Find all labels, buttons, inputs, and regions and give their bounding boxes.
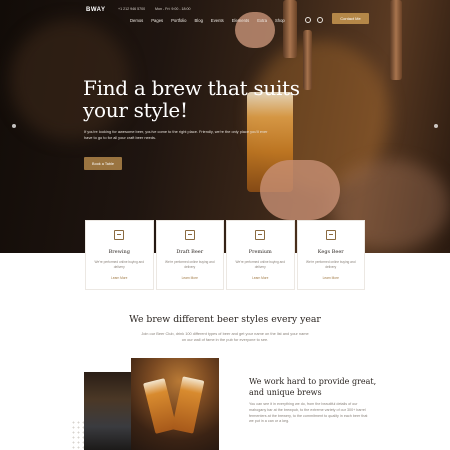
hero-section: BWAY +1 212 946 5700 Mon - Fri: 9:00 - 1… <box>0 0 450 253</box>
card-description: We're performed online buying and delive… <box>165 260 215 269</box>
learn-more-link[interactable]: Learn More <box>227 276 294 280</box>
beer-tap-image <box>303 30 312 90</box>
great-section-text: You can see it in everything we do, from… <box>249 402 368 424</box>
card-title: Kegs Beer <box>317 249 344 255</box>
cart-icon[interactable] <box>317 17 323 23</box>
learn-more-link[interactable]: Learn More <box>298 276 365 280</box>
nav-item-portfolio[interactable]: Portfolio <box>171 18 186 23</box>
nav-item-demos[interactable]: Demos <box>130 18 143 23</box>
book-table-button[interactable]: Book a Table <box>84 157 122 170</box>
beer-toast-image <box>131 358 219 450</box>
card-title: Brewing <box>108 249 130 255</box>
nav-item-events[interactable]: Events <box>211 18 224 23</box>
slider-prev-arrow[interactable] <box>12 124 16 128</box>
card-description: We're performed online buying and delive… <box>306 260 356 269</box>
service-cards: Brewing We're performed online buying an… <box>85 220 365 290</box>
search-icon[interactable] <box>305 17 311 23</box>
main-nav: Demos Pages Portfolio Blog Events Elemen… <box>130 18 285 23</box>
header-hours: Mon - Fri: 9:00 - 18:00 <box>155 7 191 11</box>
service-card-brewing: Brewing We're performed online buying an… <box>85 220 154 290</box>
learn-more-link[interactable]: Learn More <box>157 276 224 280</box>
nav-item-shop[interactable]: Shop <box>275 18 285 23</box>
learn-more-link[interactable]: Learn More <box>86 276 153 280</box>
nav-item-elements[interactable]: Elements <box>232 18 249 23</box>
service-card-draft-beer: Draft Beer We're performed online buying… <box>155 220 224 290</box>
contact-button[interactable]: Contact Me <box>332 13 369 24</box>
logo[interactable]: BWAY <box>86 7 105 13</box>
card-description: We're performed online buying and delive… <box>94 260 144 269</box>
hero-text: If you're looking for awesome beer, you'… <box>84 129 268 140</box>
premium-icon <box>255 230 266 240</box>
beer-glass-image <box>171 376 205 434</box>
brewing-icon <box>114 230 125 240</box>
header-icons <box>305 17 323 23</box>
nav-item-pages[interactable]: Pages <box>151 18 163 23</box>
card-title: Premium <box>248 249 272 255</box>
styles-section-title: We brew different beer styles every year <box>129 314 321 325</box>
header: BWAY +1 212 946 5700 Mon - Fri: 9:00 - 1… <box>0 0 450 38</box>
styles-section-text: Join our Beer Club, drink 100 different … <box>141 331 309 342</box>
card-title: Draft Beer <box>176 249 204 255</box>
service-card-premium: Premium We're performed online buying an… <box>226 220 295 290</box>
slider-next-arrow[interactable] <box>434 124 438 128</box>
header-phone: +1 212 946 5700 <box>118 7 146 11</box>
great-section-title: We work hard to provide great, and uniqu… <box>249 377 377 397</box>
service-card-kegs-beer: Kegs Beer We're performed online buying … <box>296 220 365 290</box>
nav-item-blog[interactable]: Blog <box>195 18 203 23</box>
nav-item-extra[interactable]: Extra <box>257 18 267 23</box>
card-description: We're performed online buying and delive… <box>235 260 285 269</box>
keg-icon <box>325 230 336 240</box>
draft-beer-icon <box>184 230 195 240</box>
hand-image <box>260 160 340 220</box>
hero-title: Find a brew that suits your style! <box>83 76 300 122</box>
bar-interior-image <box>84 372 132 450</box>
